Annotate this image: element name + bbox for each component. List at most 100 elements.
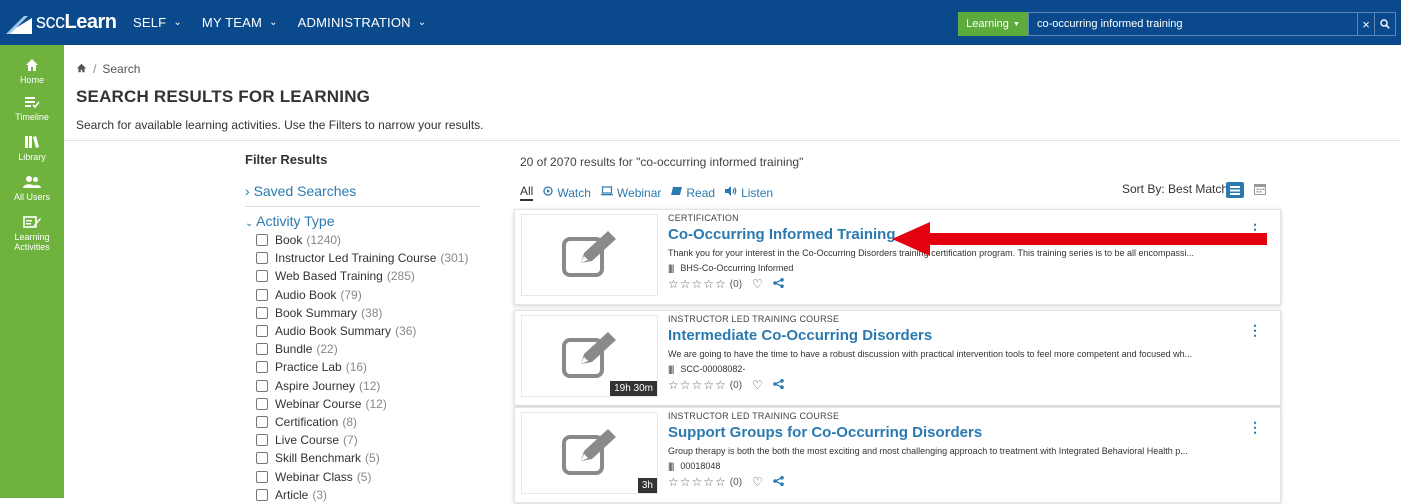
filter-option[interactable]: Certification (8) — [245, 413, 480, 431]
activity-title-link[interactable]: Support Groups for Co-Occurring Disorder… — [668, 424, 982, 441]
star-rating[interactable]: ☆☆☆☆☆ — [668, 475, 727, 489]
page-title: SEARCH RESULTS FOR LEARNING — [76, 87, 371, 106]
sidebar-item-label: Home — [19, 75, 44, 85]
filter-option[interactable]: Book (1240) — [245, 231, 480, 249]
share-icon[interactable] — [772, 475, 784, 489]
activity-type: INSTRUCTOR LED TRAINING COURSE — [668, 411, 840, 421]
nav-self-label: SELF — [133, 15, 167, 30]
search-scope-dropdown[interactable]: Learning ▼ — [958, 12, 1028, 36]
filter-option-label: Article — [275, 487, 309, 502]
checkbox[interactable] — [256, 434, 268, 447]
result-card[interactable]: 19h 30m INSTRUCTOR LED TRAINING COURSE Int… — [514, 310, 1281, 406]
filter-option-count: (12) — [365, 396, 387, 411]
activity-thumbnail[interactable]: 19h 30m — [521, 315, 658, 397]
search-button[interactable] — [1374, 12, 1396, 36]
clear-search-icon[interactable]: × — [1358, 12, 1374, 36]
activity-code: |||| SCC-00008082- — [668, 364, 745, 374]
star-rating[interactable]: ☆☆☆☆☆ — [668, 277, 727, 291]
activity-type-toggle[interactable]: ⌄ Activity Type — [245, 213, 480, 229]
nav-self[interactable]: SELF ⌄ — [133, 15, 182, 30]
filter-option[interactable]: Live Course (7) — [245, 431, 480, 449]
library-icon — [24, 133, 40, 151]
list-view-button[interactable] — [1226, 182, 1244, 198]
sidebar-item-label: All Users — [13, 192, 50, 202]
checkbox[interactable] — [256, 306, 268, 319]
sidebar-item-label: Timeline — [15, 112, 49, 122]
top-navigation-bar: sccLearn SELF ⌄ MY TEAM ⌄ ADMINISTRATION ⌄ … — [0, 0, 1401, 45]
filter-option[interactable]: Article (3) — [245, 486, 480, 504]
filter-option[interactable]: Aspire Journey (12) — [245, 377, 480, 395]
page-subtitle: Search for available learning activities… — [76, 118, 484, 132]
nav-administration[interactable]: ADMINISTRATION ⌄ — [298, 15, 427, 30]
checkbox[interactable] — [256, 415, 268, 428]
sidebar-item-all-users[interactable]: All Users — [0, 173, 64, 202]
checkbox[interactable] — [256, 379, 268, 392]
activity-type: CERTIFICATION — [668, 213, 739, 223]
nav-administration-label: ADMINISTRATION — [297, 15, 411, 30]
filter-option-label: Audio Book — [275, 287, 337, 302]
checkbox[interactable] — [256, 234, 268, 247]
checkbox[interactable] — [256, 452, 268, 465]
filter-option[interactable]: Audio Book (79) — [245, 286, 480, 304]
activity-description: We are going to have the time to have a … — [668, 349, 1193, 359]
activity-thumbnail[interactable]: 3h — [521, 412, 658, 494]
speaker-icon — [725, 186, 737, 199]
filter-option[interactable]: Practice Lab (16) — [245, 358, 480, 376]
sidebar-item-home[interactable]: Home — [0, 56, 64, 85]
checkbox[interactable] — [256, 288, 268, 301]
checkbox[interactable] — [256, 397, 268, 410]
saved-searches-toggle[interactable]: › Saved Searches — [245, 183, 480, 207]
filter-option-count: (301) — [440, 251, 469, 266]
tab-listen[interactable]: Listen — [725, 186, 773, 200]
checkbox[interactable] — [256, 343, 268, 356]
filter-option[interactable]: Web Based Training (285) — [245, 267, 480, 285]
sidebar-item-library[interactable]: Library — [0, 133, 64, 162]
activity-code: |||| BHS-Co-Occurring Informed — [668, 263, 793, 273]
sidebar-item-label: Activities — [14, 242, 50, 252]
share-icon[interactable] — [772, 378, 784, 392]
checkbox[interactable] — [256, 270, 268, 283]
star-rating[interactable]: ☆☆☆☆☆ — [668, 378, 727, 392]
more-options-icon[interactable]: ⋮ — [1248, 323, 1262, 337]
filter-option[interactable]: Webinar Course (12) — [245, 395, 480, 413]
sidebar-item-timeline[interactable]: Timeline — [0, 93, 64, 122]
filter-option[interactable]: Book Summary (38) — [245, 304, 480, 322]
filter-option[interactable]: Webinar Class (5) — [245, 467, 480, 485]
activity-thumbnail[interactable] — [521, 214, 658, 296]
sort-dropdown[interactable]: Sort By: Best Match▼ — [1122, 182, 1240, 196]
favorite-heart-icon[interactable]: ♡ — [752, 475, 763, 489]
checkbox[interactable] — [256, 252, 268, 265]
filter-option-count: (22) — [316, 342, 338, 357]
search-input[interactable]: co-occurring informed training — [1028, 12, 1358, 36]
breadcrumb-separator: / — [93, 62, 97, 76]
filter-option[interactable]: Audio Book Summary (36) — [245, 322, 480, 340]
more-options-icon[interactable]: ⋮ — [1248, 420, 1262, 434]
sidebar-item-learning-activities[interactable]: Learning Activities — [0, 213, 64, 252]
checkbox[interactable] — [256, 325, 268, 338]
activity-title-link[interactable]: Intermediate Co-Occurring Disorders — [668, 327, 932, 344]
home-icon[interactable] — [76, 62, 87, 76]
book-icon — [671, 186, 683, 199]
checkbox[interactable] — [256, 361, 268, 374]
tab-read[interactable]: Read — [671, 186, 715, 200]
tab-watch[interactable]: Watch — [543, 186, 591, 200]
scclearn-logo[interactable]: sccLearn — [0, 0, 117, 45]
filter-option[interactable]: Instructor Led Training Course (301) — [245, 249, 480, 267]
share-icon[interactable] — [772, 277, 784, 291]
calendar-view-button[interactable] — [1254, 182, 1268, 198]
filter-option-count: (12) — [359, 378, 381, 393]
checkbox[interactable] — [256, 470, 268, 483]
activity-title-link[interactable]: Co-Occurring Informed Training — [668, 226, 896, 243]
tab-all[interactable]: All — [520, 184, 534, 201]
favorite-heart-icon[interactable]: ♡ — [752, 378, 763, 392]
tab-webinar[interactable]: Webinar — [600, 186, 661, 200]
nav-my-team[interactable]: MY TEAM ⌄ — [202, 15, 278, 30]
checkbox[interactable] — [256, 488, 268, 501]
nav-my-team-label: MY TEAM — [201, 15, 263, 30]
filter-option-count: (36) — [395, 324, 417, 339]
result-card[interactable]: 3h INSTRUCTOR LED TRAINING COURSE Support … — [514, 407, 1281, 503]
filter-option[interactable]: Skill Benchmark (5) — [245, 449, 480, 467]
filter-option[interactable]: Bundle (22) — [245, 340, 480, 358]
filter-option-count: (7) — [343, 433, 358, 448]
favorite-heart-icon[interactable]: ♡ — [752, 277, 763, 291]
